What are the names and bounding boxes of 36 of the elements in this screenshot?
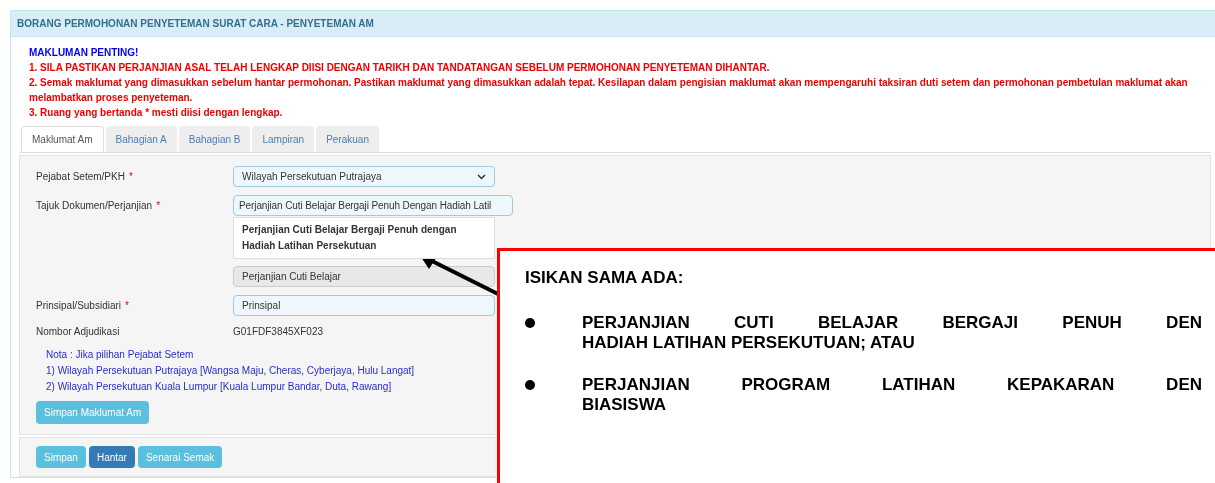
action-button[interactable]: Hantar (88, 446, 135, 468)
panel-title: BORANG PERMOHONAN PENYETEMAN SURAT CARA - PENYETEMAN AM (17, 17, 374, 31)
required-mark: * (125, 299, 129, 313)
adjudication-number: G01FDF3845XF023 (233, 325, 324, 339)
action-button[interactable]: Simpan (36, 446, 86, 468)
tab[interactable]: Perakuan (316, 126, 379, 152)
select-field[interactable]: Wilayah Persekutuan Putrajaya (233, 166, 495, 187)
text-field[interactable]: Perjanjian Cuti Belajar Bergaji Penuh Dengan Hadiah Latil (233, 195, 513, 216)
readonly-field: Perjanjian Cuti Belajar (233, 266, 495, 287)
tab[interactable]: Maklumat Am (21, 126, 104, 152)
notice-heading: MAKLUMAN PENTING! (29, 46, 140, 60)
note-text: 2) Wilayah Persekutuan Kuala Lumpur [Kuala Lumpur Bandar, Duta, Rawang] (46, 380, 392, 394)
autocomplete-option[interactable]: Perjanjian Cuti Belajar Bergaji Penuh dengan Hadiah Latihan Persekutuan (233, 217, 495, 259)
required-mark: * (156, 199, 161, 213)
tab[interactable]: Bahagian A (105, 126, 177, 152)
field-label: Nombor Adjudikasi (36, 325, 120, 339)
text-field[interactable]: Prinsipal (233, 295, 495, 316)
bullet-icon (525, 317, 535, 328)
callout-item: PERJANJIAN CUTI BELAJAR BERGAJI PENUH DEN HADIAH LATIHAN PERSEKUTUAN; ATAU (582, 312, 1202, 353)
bullet-icon (525, 379, 535, 390)
field-label: Tajuk Dokumen/Perjanjian (36, 199, 153, 213)
notice-text: 2. Semak maklumat yang dimasukkan sebelum hantar permohonan. Pastikan maklumat yang dimasukkan adalah tepat. Kesilapan dalam pengisian maklumat akan mempengaruhi taksiran duti setem dan permohonan pembetulan maklumat akan melambatkan proses penyeteman. (29, 76, 1189, 105)
action-button[interactable]: Senarai Semak (137, 446, 223, 468)
chevron-down-icon (477, 173, 486, 180)
notice-text: 3. Ruang yang bertanda * mesti diisi dengan lengkap. (29, 106, 284, 120)
required-mark: * (128, 170, 133, 184)
callout-item: PERJANJIAN PROGRAM LATIHAN KEPAKARAN DEN BIASISWA (582, 374, 1202, 415)
tab[interactable]: Bahagian B (178, 126, 251, 152)
field-label: Prinsipal/Subsidiari (36, 299, 122, 313)
note-text: 1) Wilayah Persekutuan Putrajaya [Wangsa Maju, Cheras, Cyberjaya, Hulu Langat] (46, 364, 415, 378)
note-text: Nota : Jika pilihan Pejabat Setem (46, 348, 194, 362)
field-label: Pejabat Setem/PKH (36, 170, 125, 184)
save-general-button[interactable]: Simpan Maklumat Am (36, 401, 150, 424)
callout-heading: ISIKAN SAMA ADA: (525, 267, 685, 289)
notice-text: 1. SILA PASTIKAN PERJANJIAN ASAL TELAH LENGKAP DIISI DENGAN TARIKH DAN TANDATANGAN SEBELUM PERMOHONAN PENYETEMAN DIHANTAR. (29, 61, 771, 75)
tab[interactable]: Lampiran (252, 126, 315, 152)
